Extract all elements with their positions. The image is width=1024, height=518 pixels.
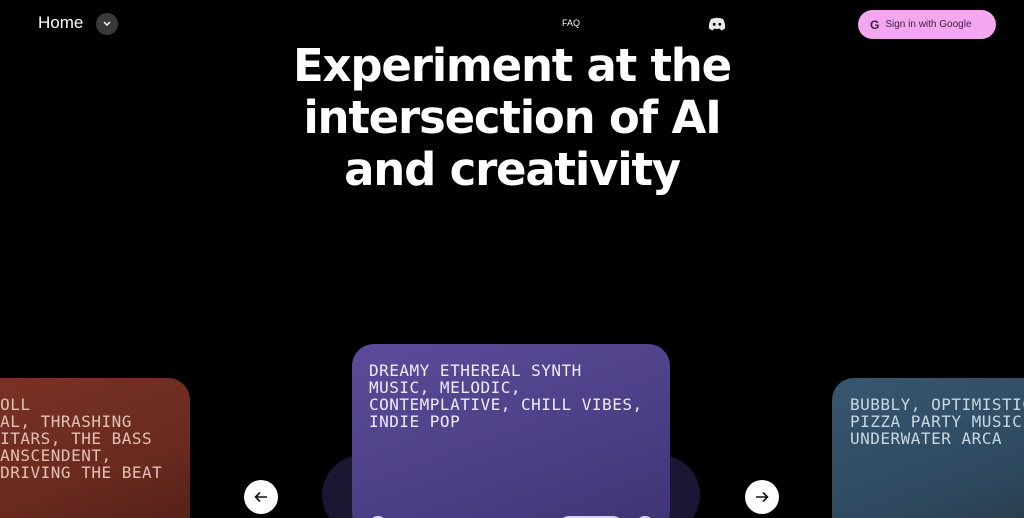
prompt-card-right[interactable]: BUBBLY, OPTIMISTIC PIZZA PARTY MUSIC UND… <box>832 378 1024 518</box>
discord-link[interactable] <box>708 16 726 35</box>
arrow-left-icon <box>254 491 267 503</box>
home-link[interactable]: Home <box>38 13 83 33</box>
faq-link[interactable]: FAQ <box>562 18 580 28</box>
discord-icon <box>708 17 726 31</box>
prompt-card-left[interactable]: ROLL TAL, THRASHING UITARS, THE BASS RAN… <box>0 378 190 518</box>
arrow-right-icon <box>756 491 769 503</box>
hero-line-1: Experiment at the <box>293 39 732 92</box>
google-icon: G <box>870 17 880 32</box>
hero-line-2: intersection of AI <box>303 91 722 144</box>
chevron-down-icon <box>103 21 111 26</box>
home-dropdown-button[interactable] <box>96 13 118 35</box>
carousel-next-button[interactable] <box>745 480 779 514</box>
hero-line-3: and creativity <box>344 143 681 196</box>
sign-in-label: Sign in with Google <box>885 19 972 30</box>
hero-title: Experiment at the intersection of AI and… <box>262 40 762 196</box>
prompt-card-center-text: DREAMY ETHEREAL SYNTH MUSIC, MELODIC, CO… <box>369 361 643 431</box>
carousel-prev-button[interactable] <box>244 480 278 514</box>
prompt-card-left-text: ROLL TAL, THRASHING UITARS, THE BASS RAN… <box>0 395 163 482</box>
sign-in-with-google-button[interactable]: G Sign in with Google <box>858 10 996 39</box>
prompt-card-center[interactable]: DREAMY ETHEREAL SYNTH MUSIC, MELODIC, CO… <box>352 344 670 518</box>
prompt-card-right-text: BUBBLY, OPTIMISTIC PIZZA PARTY MUSIC UND… <box>850 395 1024 448</box>
